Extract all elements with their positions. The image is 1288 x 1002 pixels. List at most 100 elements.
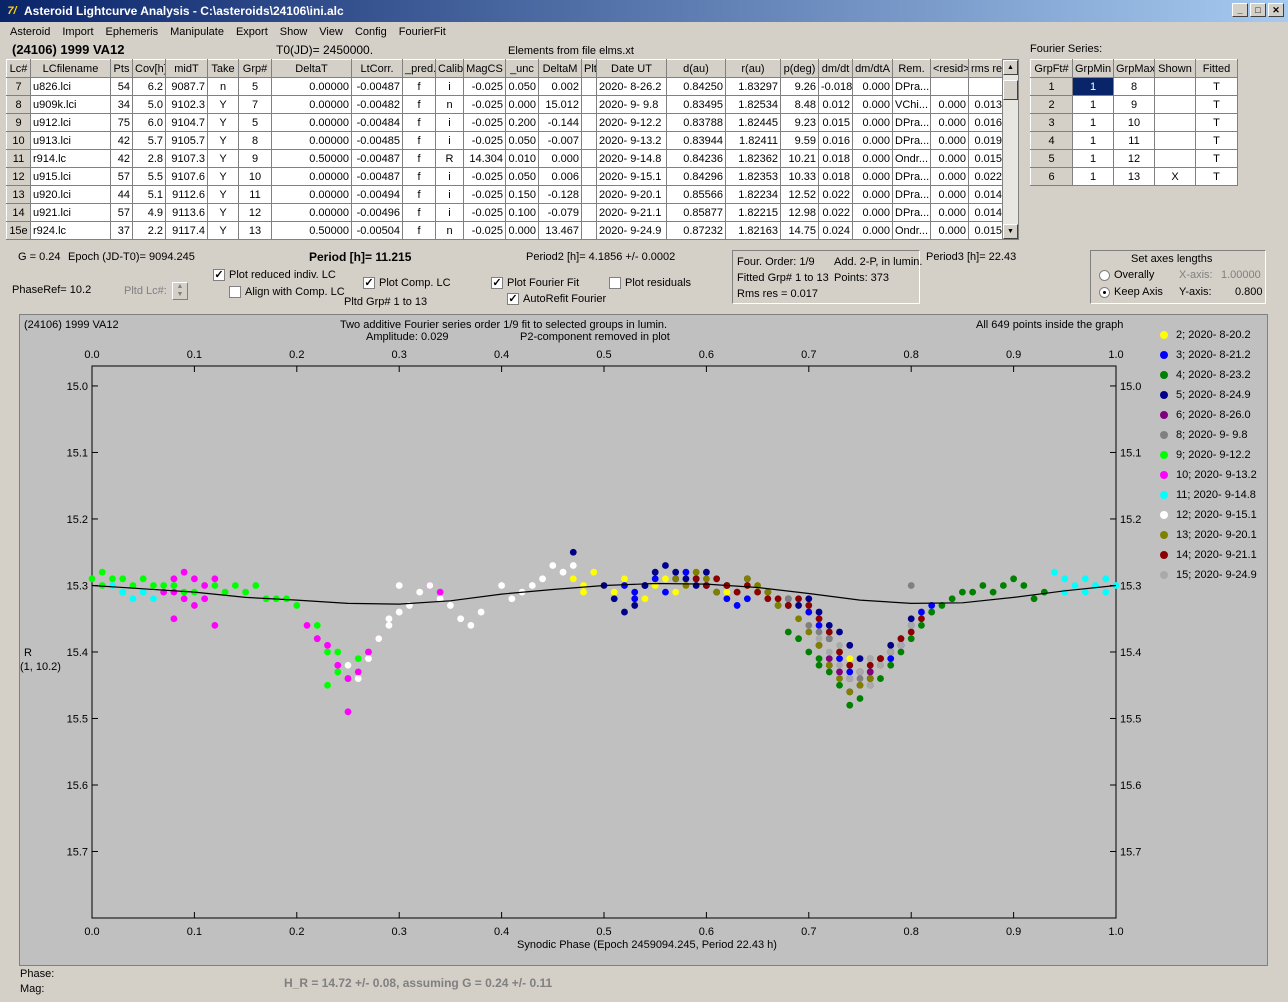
table-cell[interactable]: u913.lci [30, 131, 111, 150]
table-cell[interactable]: T [1195, 167, 1238, 186]
table-cell[interactable]: 9.26 [780, 77, 819, 96]
table-cell[interactable]: -0.00482 [351, 95, 403, 114]
table-cell[interactable]: 14.304 [463, 149, 506, 168]
table-row[interactable]: 14 u921.lci 57 4.9 9113.6 Y 12 0.00000 -0.00496 f… [6, 203, 1005, 222]
table-cell[interactable]: 0.85566 [666, 185, 726, 204]
table-cell[interactable]: 13 [6, 185, 31, 204]
lc-col-header[interactable]: <resid> [930, 59, 969, 78]
table-cell[interactable]: 0.87232 [666, 221, 726, 240]
table-cell[interactable]: 10.21 [780, 149, 819, 168]
lc-col-header[interactable]: Pts [110, 59, 133, 78]
table-cell[interactable]: r924.lc [30, 221, 111, 240]
table-cell[interactable]: 0.022 [818, 185, 853, 204]
lc-col-header[interactable]: Plt [581, 59, 597, 78]
table-cell[interactable] [581, 167, 597, 186]
table-cell[interactable]: 2020- 9-13.2 [596, 131, 667, 150]
table-cell[interactable]: 0.000 [930, 113, 969, 132]
lc-col-header[interactable]: LtCorr. [351, 59, 403, 78]
table-cell[interactable]: 9104.7 [165, 113, 208, 132]
table-cell[interactable]: -0.018 [818, 77, 853, 96]
table-cell[interactable]: 9 [238, 149, 272, 168]
menu-fourierfit[interactable]: FourierFit [393, 26, 452, 38]
table-cell[interactable]: 1.82445 [725, 113, 781, 132]
table-cell[interactable]: i [435, 203, 464, 222]
table-cell[interactable]: 4.9 [132, 203, 166, 222]
table-cell[interactable]: u909k.lci [30, 95, 111, 114]
table-cell[interactable] [581, 185, 597, 204]
table-cell[interactable]: 1 [1072, 149, 1114, 168]
table-row[interactable]: 12 u915.lci 57 5.5 9107.6 Y 10 0.00000 -0.00487 f… [6, 167, 1005, 186]
table-cell[interactable]: 1.83297 [725, 77, 781, 96]
table-row[interactable]: 8 u909k.lci 34 5.0 9102.3 Y 7 0.00000 -0.00482 f n… [6, 95, 1005, 114]
table-cell[interactable]: u912.lci [30, 113, 111, 132]
table-cell[interactable]: 0.016 [968, 113, 1005, 132]
table-cell[interactable]: 15.012 [538, 95, 582, 114]
table-cell[interactable]: r914.lc [30, 149, 111, 168]
table-cell[interactable]: -0.00504 [351, 221, 403, 240]
menu-config[interactable]: Config [349, 26, 393, 38]
table-cell[interactable]: -0.025 [463, 185, 506, 204]
lc-col-header[interactable]: DeltaM [538, 59, 582, 78]
table-cell[interactable]: DPra... [892, 167, 931, 186]
table-cell[interactable]: -0.00484 [351, 113, 403, 132]
xaxis-value[interactable]: 1.00000 [1221, 269, 1261, 281]
table-cell[interactable] [581, 95, 597, 114]
menu-asteroid[interactable]: Asteroid [4, 26, 56, 38]
table-cell[interactable]: 57 [110, 203, 133, 222]
table-cell[interactable]: 13 [238, 221, 272, 240]
table-cell[interactable]: Ondr... [892, 149, 931, 168]
fourier-col-header[interactable]: GrpMax [1113, 59, 1155, 78]
table-cell[interactable]: 13 [1113, 167, 1155, 186]
table-cell[interactable] [581, 77, 597, 96]
table-cell[interactable]: DPra... [892, 77, 931, 96]
table-cell[interactable]: 0.000 [538, 149, 582, 168]
scroll-up-icon[interactable]: ▲ [1003, 60, 1018, 75]
table-cell[interactable]: 8.48 [780, 95, 819, 114]
table-cell[interactable]: f [402, 131, 436, 150]
table-cell[interactable]: 0.000 [930, 131, 969, 150]
lc-col-header[interactable]: Grp# [238, 59, 272, 78]
table-cell[interactable]: 9 [1113, 95, 1155, 114]
table-cell[interactable]: 9102.3 [165, 95, 208, 114]
table-cell[interactable]: n [435, 221, 464, 240]
table-cell[interactable]: 6.0 [132, 113, 166, 132]
table-cell[interactable]: 11 [238, 185, 272, 204]
table-cell[interactable]: 0.018 [818, 149, 853, 168]
table-cell[interactable]: 2020- 9-20.1 [596, 185, 667, 204]
table-cell[interactable]: 7 [238, 95, 272, 114]
table-cell[interactable]: -0.079 [538, 203, 582, 222]
table-cell[interactable]: -0.025 [463, 95, 506, 114]
table-cell[interactable]: Y [207, 95, 239, 114]
table-cell[interactable]: 0.150 [505, 185, 539, 204]
table-cell[interactable]: 5 [238, 113, 272, 132]
table-cell[interactable]: Y [207, 149, 239, 168]
table-cell[interactable]: 1 [1030, 77, 1073, 96]
table-cell[interactable]: 6.2 [132, 77, 166, 96]
table-cell[interactable] [1154, 131, 1196, 150]
menu-view[interactable]: View [313, 26, 349, 38]
lc-col-header[interactable]: r(au) [725, 59, 781, 78]
table-cell[interactable]: u826.lci [30, 77, 111, 96]
table-cell[interactable]: 9.59 [780, 131, 819, 150]
table-cell[interactable]: Y [207, 203, 239, 222]
table-cell[interactable]: T [1195, 77, 1238, 96]
table-cell[interactable]: -0.025 [463, 113, 506, 132]
table-scrollbar[interactable]: ▲ ▼ [1002, 59, 1019, 240]
table-cell[interactable]: VChi... [892, 95, 931, 114]
table-cell[interactable]: -0.128 [538, 185, 582, 204]
lc-col-header[interactable]: Lc# [6, 59, 31, 78]
lc-col-header[interactable]: DeltaT [271, 59, 352, 78]
table-cell[interactable]: DPra... [892, 113, 931, 132]
table-cell[interactable] [581, 203, 597, 222]
scroll-thumb[interactable] [1003, 80, 1018, 100]
fourier-col-header[interactable]: GrpMin [1072, 59, 1114, 78]
table-cell[interactable]: 2020- 9-21.1 [596, 203, 667, 222]
table-cell[interactable]: 10.33 [780, 167, 819, 186]
table-cell[interactable]: Y [207, 185, 239, 204]
table-cell[interactable]: 0.014 [968, 185, 1005, 204]
table-row[interactable]: 5 1 12 T [1030, 149, 1238, 168]
table-cell[interactable]: 2020- 9- 9.8 [596, 95, 667, 114]
lc-col-header[interactable]: d(au) [666, 59, 726, 78]
table-cell[interactable]: 12.52 [780, 185, 819, 204]
lightcurve-plot[interactable]: (24106) 1999 VA12 Two additive Fourier s… [19, 314, 1268, 966]
